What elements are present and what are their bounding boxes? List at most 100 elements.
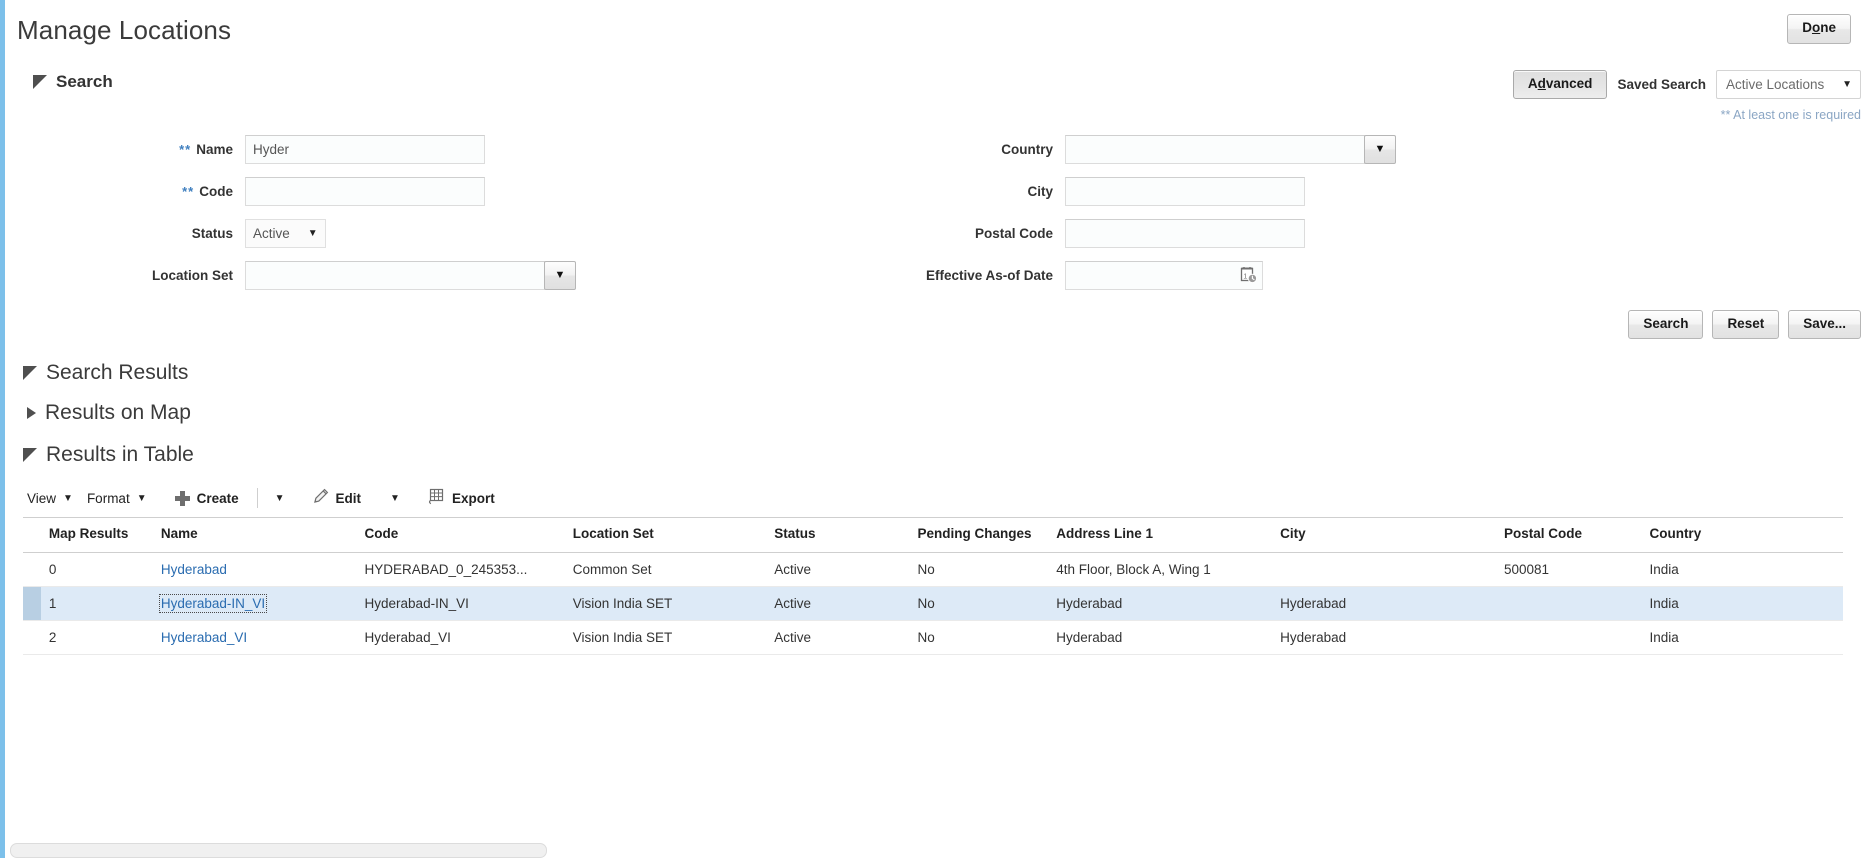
name-input[interactable]	[245, 134, 485, 164]
name-label-text: Name	[196, 141, 233, 157]
collapse-triangle-icon[interactable]	[33, 75, 47, 89]
expand-triangle-icon[interactable]	[27, 407, 36, 420]
location-name-link[interactable]: Hyderabad_VI	[161, 630, 247, 645]
column-header-address-line-1[interactable]: Address Line 1	[1048, 517, 1273, 554]
postal-code-input[interactable]	[1065, 218, 1305, 248]
country-dropdown-button[interactable]: ▼	[1364, 134, 1396, 164]
results-on-map-header[interactable]: Results on Map	[27, 401, 1869, 425]
toolbar-separator	[256, 488, 258, 509]
location-name-link[interactable]: Hyderabad-IN_VI	[158, 594, 268, 614]
cell-name: Hyderabad	[152, 552, 357, 588]
column-header-city[interactable]: City	[1272, 517, 1496, 554]
row-gutter[interactable]	[23, 552, 41, 588]
row-gutter[interactable]	[23, 586, 41, 622]
table-header-row: Map Results Name Code Location Set Statu…	[23, 517, 1843, 554]
field-row-city: City	[903, 170, 1463, 212]
location-set-input[interactable]	[245, 260, 545, 290]
city-input[interactable]	[1065, 176, 1305, 206]
effective-date-label: Effective As-of Date	[925, 267, 1053, 283]
calendar-icon[interactable]: 1	[1240, 266, 1258, 284]
cell-code: Hyderabad_VI	[356, 620, 565, 656]
code-input[interactable]	[245, 176, 485, 206]
search-results-title: Search Results	[46, 361, 189, 385]
edit-button-label: Edit	[335, 490, 362, 506]
cell-code: Hyderabad-IN_VI	[356, 586, 565, 622]
chevron-down-icon: ▼	[390, 492, 400, 504]
field-row-effective-date: Effective As-of Date 1	[903, 254, 1463, 296]
create-button[interactable]: Create	[171, 488, 249, 509]
effective-date-wrapper: 1	[1065, 260, 1263, 290]
results-table-wrapper: Map Results Name Code Location Set Statu…	[5, 517, 1869, 656]
table-row[interactable]: 1 Hyderabad-IN_VI Hyderabad-IN_VI Vision…	[23, 586, 1843, 622]
column-header-postal-code[interactable]: Postal Code	[1495, 517, 1642, 554]
field-row-code: ** Code	[33, 170, 593, 212]
edit-dropdown-button[interactable]: ▼	[381, 489, 409, 508]
row-gutter[interactable]	[23, 620, 41, 656]
view-menu-label: View	[27, 490, 57, 506]
field-row-name: ** Name	[33, 128, 593, 170]
column-header-location-set[interactable]: Location Set	[564, 517, 767, 554]
location-set-label: Location Set	[151, 267, 233, 283]
header-actions: Done	[1787, 14, 1859, 44]
saved-search-select[interactable]: Active Locations ▼	[1716, 70, 1861, 100]
format-menu[interactable]: Format ▼	[83, 488, 157, 509]
results-on-map-section: Results on Map	[5, 385, 1869, 425]
chevron-down-icon: ▼	[554, 269, 566, 281]
status-label: Status	[191, 225, 233, 241]
edit-button[interactable]: Edit	[308, 485, 372, 511]
cell-pending-changes: No	[909, 620, 1049, 656]
pencil-icon	[312, 488, 329, 508]
collapse-triangle-icon[interactable]	[23, 366, 37, 381]
cell-city: Hyderabad	[1272, 586, 1496, 622]
search-results-header[interactable]: Search Results	[23, 361, 1869, 385]
table-row[interactable]: 0 Hyderabad HYDERABAD_0_245353... Common…	[23, 552, 1843, 588]
country-label: Country	[1001, 141, 1053, 157]
export-button[interactable]: Export	[423, 485, 505, 511]
cell-map-results: 0	[40, 552, 153, 588]
view-menu[interactable]: View ▼	[23, 488, 83, 509]
column-header-status[interactable]: Status	[766, 517, 910, 554]
done-button[interactable]: Done	[1787, 14, 1851, 44]
chevron-down-icon: ▼	[63, 492, 73, 504]
search-button[interactable]: Search	[1628, 310, 1704, 340]
chevron-down-icon: ▼	[1842, 79, 1852, 91]
cell-address-line-1: Hyderabad	[1048, 586, 1273, 622]
create-dropdown-button[interactable]: ▼	[266, 489, 294, 508]
search-form-left-column: **Name **Code Status Active ▼	[33, 128, 593, 296]
location-name-link[interactable]: Hyderabad	[161, 562, 227, 577]
code-label: ** Code	[33, 184, 245, 199]
cell-country: India	[1641, 620, 1843, 656]
page-header: Manage Locations Done	[5, 0, 1869, 58]
code-required-marker: **	[182, 183, 195, 199]
location-set-dropdown-button[interactable]: ▼	[544, 260, 576, 290]
search-section-title: Search	[56, 72, 113, 91]
table-row[interactable]: 2 Hyderabad_VI Hyderabad_VI Vision India…	[23, 620, 1843, 656]
column-header-pending-changes[interactable]: Pending Changes	[909, 517, 1049, 554]
cell-map-results: 2	[40, 620, 153, 656]
horizontal-scrollbar[interactable]	[10, 843, 547, 858]
search-form-right-column: Country ▼ City Postal Code Effective As-…	[903, 128, 1463, 296]
collapse-triangle-icon[interactable]	[23, 448, 37, 463]
column-header-code[interactable]: Code	[356, 517, 565, 554]
cell-address-line-1: 4th Floor, Block A, Wing 1	[1048, 552, 1273, 588]
postal-code-label: Postal Code	[974, 225, 1053, 241]
column-header-map-results[interactable]: Map Results	[40, 517, 153, 554]
effective-date-input[interactable]	[1065, 260, 1263, 290]
reset-button[interactable]: Reset	[1712, 310, 1780, 340]
status-select[interactable]: Active ▼	[245, 218, 326, 248]
column-header-country[interactable]: Country	[1641, 517, 1843, 554]
country-input[interactable]	[1065, 134, 1365, 164]
advanced-button[interactable]: Advanced	[1512, 70, 1608, 100]
column-header-name[interactable]: Name	[152, 517, 357, 554]
required-note: ** At least one is required	[1720, 108, 1861, 122]
save-search-button[interactable]: Save...	[1788, 310, 1861, 340]
cell-location-set: Vision India SET	[564, 620, 767, 656]
cell-location-set: Vision India SET	[564, 586, 767, 622]
results-in-table-header[interactable]: Results in Table	[23, 443, 1869, 467]
chevron-down-icon: ▼	[1374, 143, 1386, 155]
export-spreadsheet-icon	[427, 488, 445, 508]
cell-pending-changes: No	[909, 586, 1049, 622]
results-table-body: 0 Hyderabad HYDERABAD_0_245353... Common…	[23, 552, 1843, 656]
search-form: **Name **Code Status Active ▼	[33, 92, 1869, 296]
cell-status: Active	[766, 620, 910, 656]
